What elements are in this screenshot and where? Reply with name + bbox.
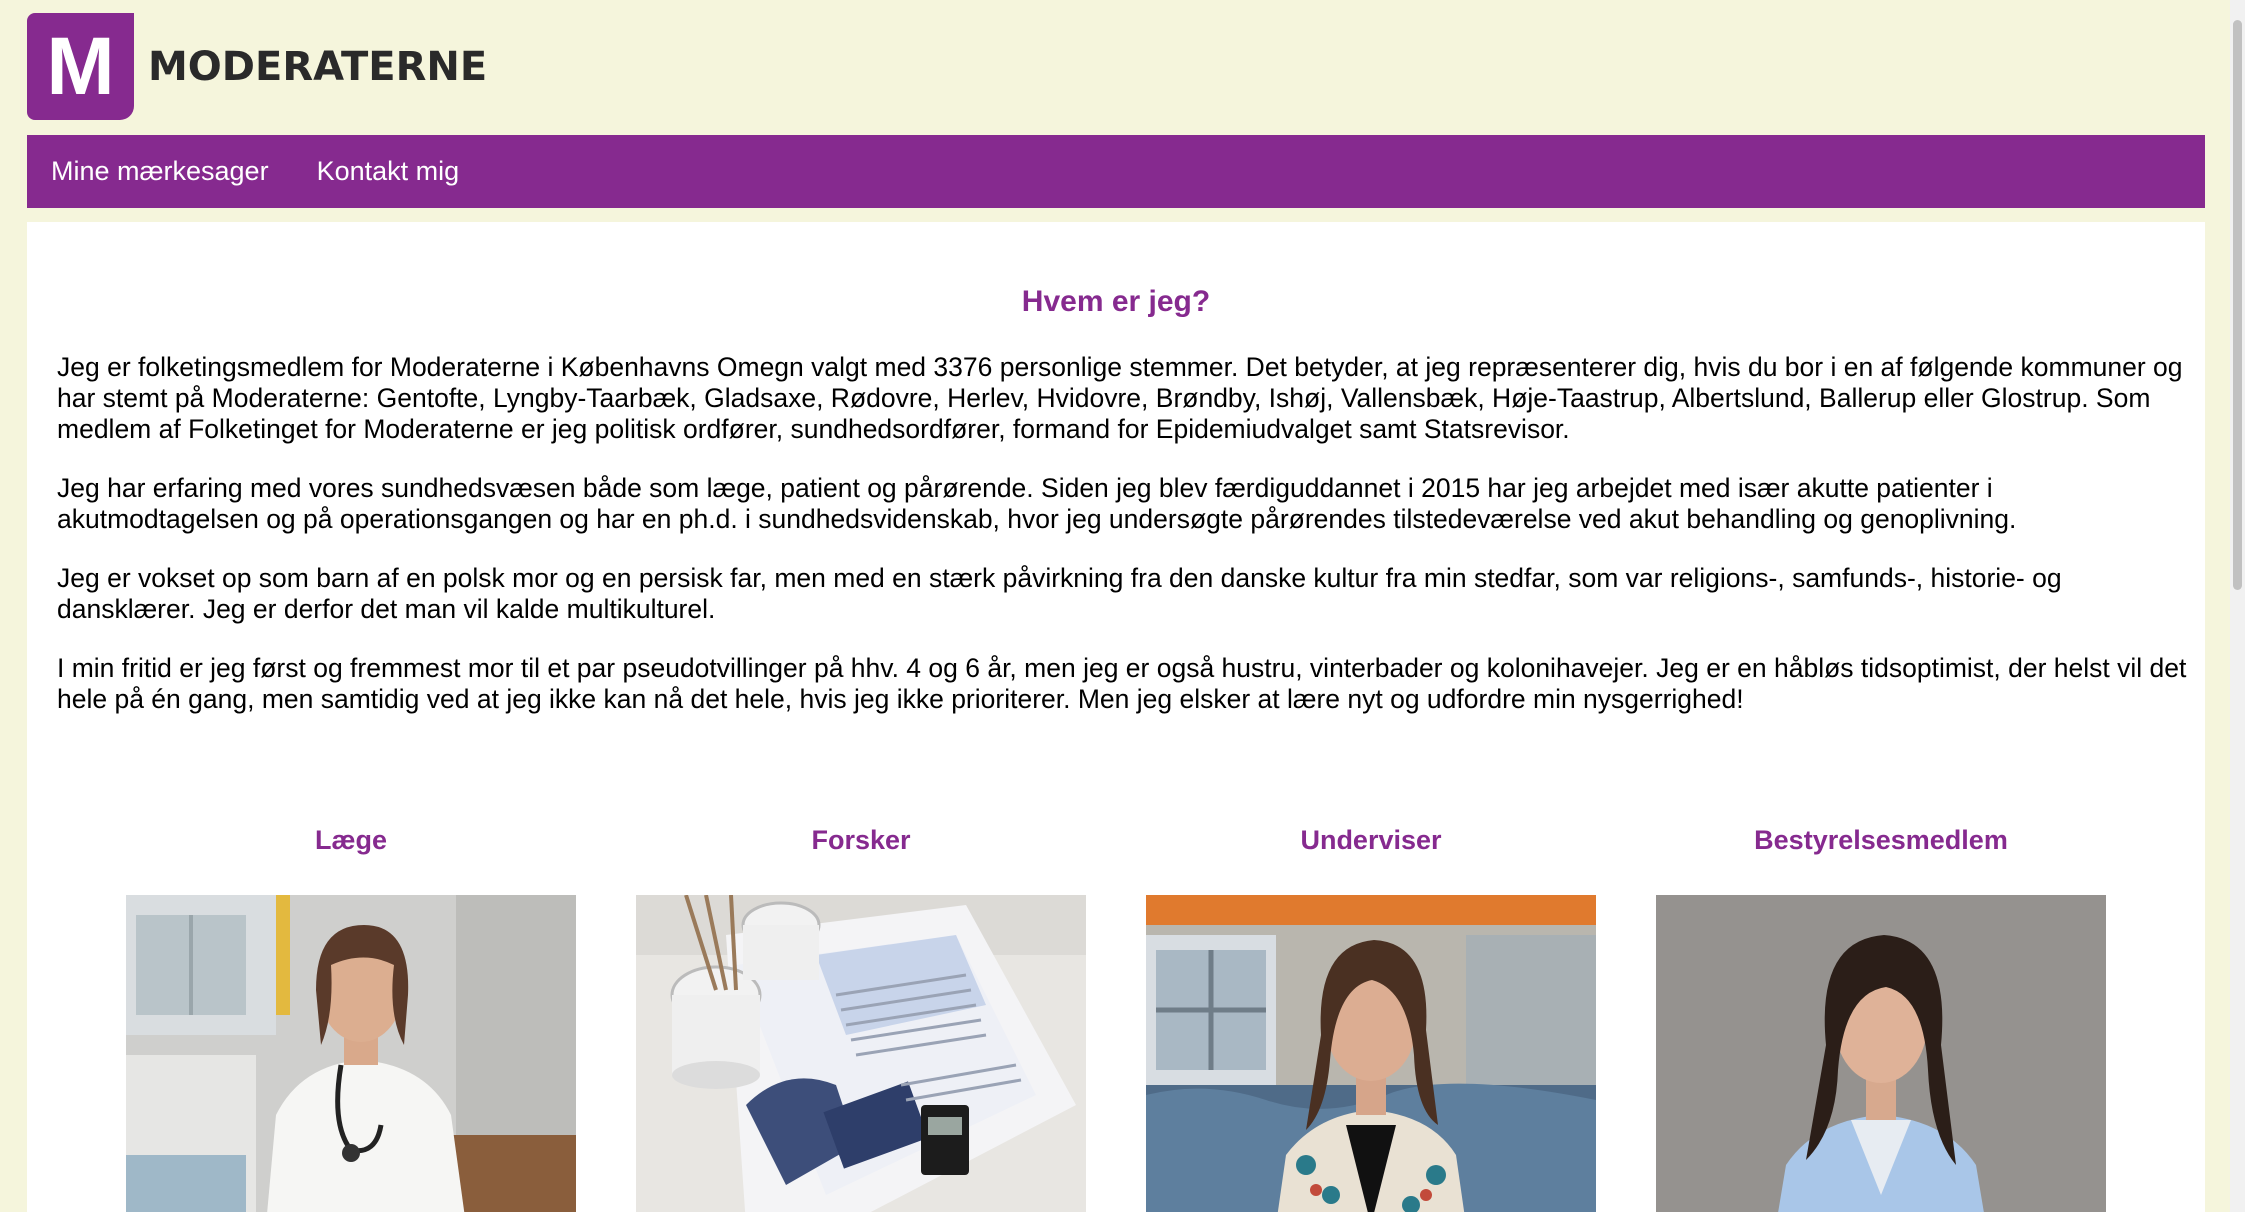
intro-paragraph: Jeg har erfaring med vores sundhedsvæsen…	[57, 473, 2017, 534]
role-card-title: Læge	[314, 825, 387, 855]
role-card-title: Forsker	[811, 825, 911, 855]
intro-text: Jeg er folketingsmedlem for Moderaterne …	[57, 352, 2187, 743]
nav-item-maerkesager[interactable]: Mine mærkesager	[51, 156, 269, 187]
role-card-underviser: Underviser	[1146, 825, 1596, 1212]
role-card-forsker: Forsker	[636, 825, 1086, 1212]
intro-paragraph: I min fritid er jeg først og fremmest mo…	[57, 653, 2187, 714]
research-photo	[636, 895, 1086, 1212]
page-scrollbar[interactable]	[2230, 0, 2245, 1212]
logo-mark: M	[27, 13, 134, 120]
intro-paragraph: Jeg er vokset op som barn af en polsk mo…	[57, 563, 2062, 624]
logo-letter: M	[46, 20, 115, 112]
teacher-photo	[1146, 895, 1596, 1212]
page-heading: Hvem er jeg?	[1021, 285, 1211, 318]
logo-wordmark: MODERATERNE	[148, 43, 488, 90]
intro-paragraph: Jeg er folketingsmedlem for Moderaterne …	[57, 352, 2183, 444]
main-nav: Mine mærkesager Kontakt mig	[27, 135, 2205, 208]
doctor-photo	[126, 895, 576, 1212]
role-card-bestyrelsesmedlem: Bestyrelsesmedlem	[1656, 825, 2106, 1212]
page: M MODERATERNE Mine mærkesager Kontakt mi…	[0, 0, 2245, 1212]
main-content: Hvem er jeg? Jeg er folketingsmedlem for…	[27, 222, 2205, 1212]
role-card-laege: Læge	[126, 825, 576, 1212]
role-card-title: Underviser	[1300, 825, 1442, 855]
board-member-photo	[1656, 895, 2106, 1212]
role-card-title: Bestyrelsesmedlem	[1754, 825, 2008, 855]
scrollbar-thumb[interactable]	[2233, 20, 2242, 590]
site-logo[interactable]: M MODERATERNE	[27, 13, 487, 120]
nav-item-kontakt[interactable]: Kontakt mig	[317, 156, 460, 187]
